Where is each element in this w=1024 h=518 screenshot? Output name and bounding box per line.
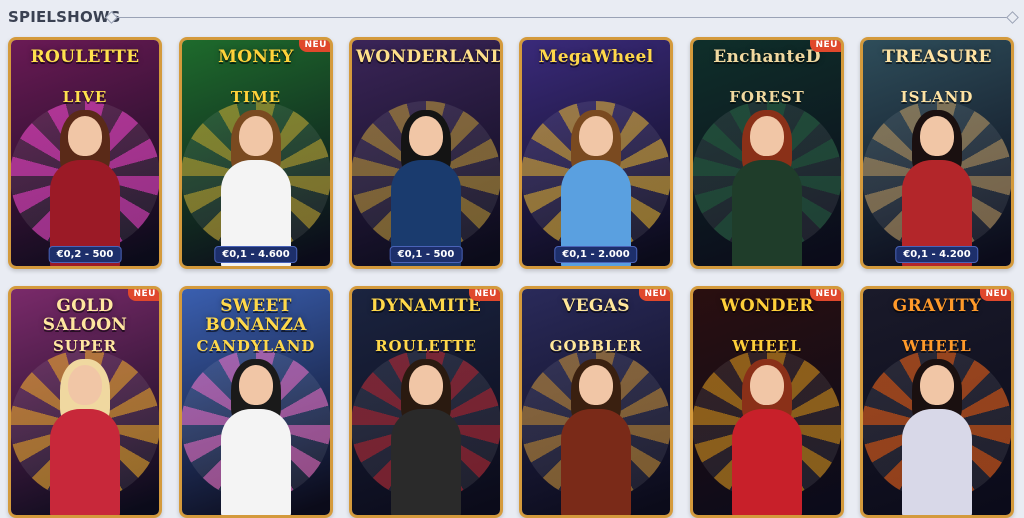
new-badge: NEU <box>809 40 841 52</box>
game-tile[interactable]: WONDER WHEEL NEU <box>690 286 844 518</box>
game-title: TREASURE <box>882 47 992 67</box>
game-subtitle: FOREST <box>729 88 805 106</box>
new-badge: NEU <box>468 289 500 301</box>
game-title: SWEET BONANZA <box>205 296 307 335</box>
game-tile[interactable]: GRAVITY WHEEL NEU <box>860 286 1014 518</box>
game-tile[interactable]: SWEET BONANZA CANDYLAND <box>179 286 333 518</box>
game-tile[interactable]: ROULETTE LIVE €0,2 - 500 <box>8 37 162 269</box>
host-figure <box>46 110 124 266</box>
game-tile[interactable]: VEGAS GOBBLER NEU <box>519 286 673 518</box>
game-title: MegaWheel <box>538 47 654 67</box>
game-subtitle: LIVE <box>62 88 108 106</box>
game-title: GOLD SALOON <box>42 296 128 335</box>
game-subtitle: ROULETTE <box>375 337 477 355</box>
host-figure <box>46 359 124 515</box>
bet-range-label: €0,1 - 4.200 <box>895 246 979 263</box>
host-figure <box>898 110 976 266</box>
host-figure <box>557 110 635 266</box>
new-badge: NEU <box>298 40 330 52</box>
host-figure <box>387 110 465 266</box>
bet-range-label: €0,1 - 2.000 <box>554 246 638 263</box>
game-title: WONDERLAND <box>356 47 503 67</box>
game-tile[interactable]: MegaWheel €0,1 - 2.000 <box>519 37 673 269</box>
host-figure <box>387 359 465 515</box>
host-figure <box>898 359 976 515</box>
game-subtitle: WHEEL <box>902 337 972 355</box>
game-subtitle: ISLAND <box>900 88 974 106</box>
game-tile[interactable]: GOLD SALOON SUPER NEU <box>8 286 162 518</box>
host-figure <box>557 359 635 515</box>
new-badge: NEU <box>979 289 1011 301</box>
game-subtitle: TIME <box>230 88 282 106</box>
game-tile[interactable]: WONDERLAND €0,1 - 500 <box>349 37 503 269</box>
bet-range-label: €0,1 - 500 <box>389 246 463 263</box>
bet-range-label: €0,1 - 4.600 <box>214 246 298 263</box>
host-figure <box>217 359 295 515</box>
game-subtitle: CANDYLAND <box>196 337 316 355</box>
game-subtitle: WHEEL <box>732 337 802 355</box>
host-figure <box>728 110 806 266</box>
game-title: ROULETTE <box>30 47 140 67</box>
bet-range-label: €0,2 - 500 <box>48 246 122 263</box>
new-badge: NEU <box>638 289 670 301</box>
new-badge: NEU <box>809 289 841 301</box>
host-figure <box>217 110 295 266</box>
game-tile[interactable]: DYNAMITE ROULETTE NEU <box>349 286 503 518</box>
game-tile[interactable]: TREASURE ISLAND €0,1 - 4.200 <box>860 37 1014 269</box>
game-grid: ROULETTE LIVE €0,2 - 500 MONEY TIME NEU €0,1 -… <box>0 0 1024 518</box>
new-badge: NEU <box>127 289 159 301</box>
game-tile[interactable]: MONEY TIME NEU €0,1 - 4.600 <box>179 37 333 269</box>
host-figure <box>728 359 806 515</box>
game-tile[interactable]: EnchanteD FOREST NEU <box>690 37 844 269</box>
game-subtitle: SUPER <box>52 337 118 355</box>
game-subtitle: GOBBLER <box>549 337 643 355</box>
